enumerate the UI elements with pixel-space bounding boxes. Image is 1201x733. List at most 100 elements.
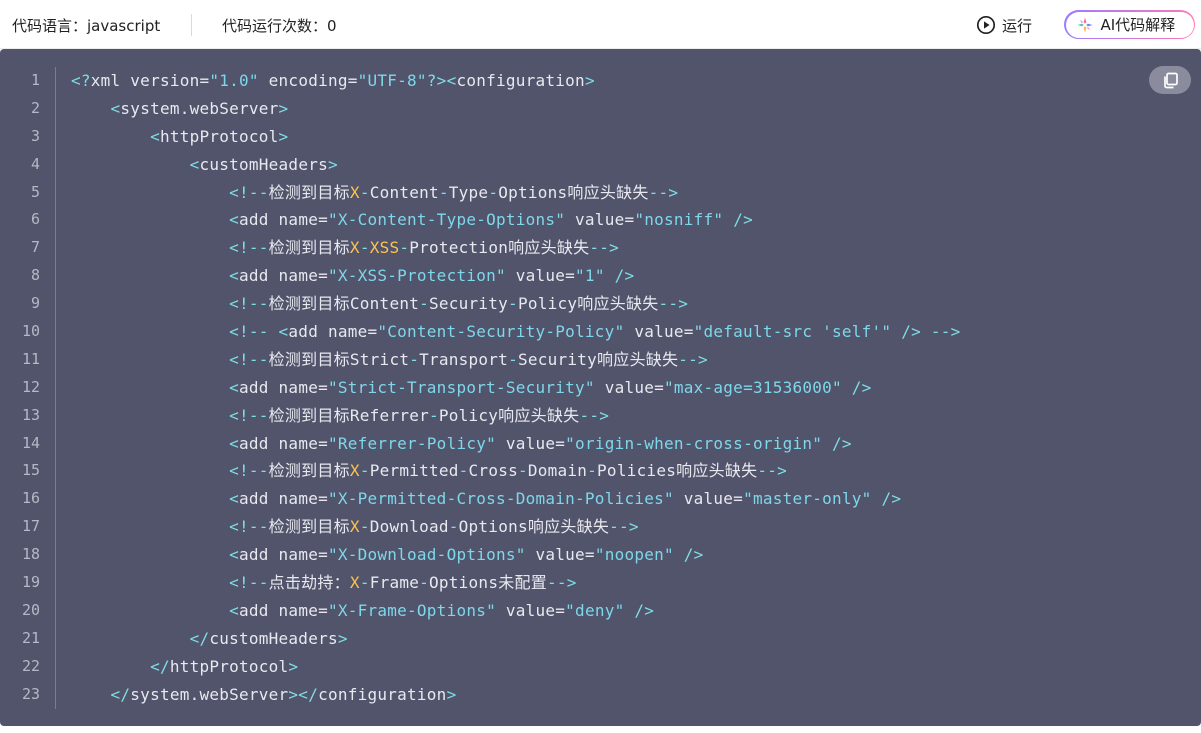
code-line: <add name="X-XSS-Protection" value="1" /… (71, 262, 1161, 290)
code-token: "1" (575, 266, 605, 286)
code-line: <!--点击劫持：X-Frame-Options未配置--> (71, 569, 1161, 597)
line-number: 13 (21, 405, 40, 424)
code-token: Protection响应头缺失 (409, 238, 590, 258)
code-token: - (399, 238, 410, 258)
code-token: "X-Content-Type-Options" (327, 210, 566, 230)
code-token: <!-- (229, 405, 269, 425)
code-token: add name= (239, 600, 328, 620)
code-token: add name= (239, 433, 328, 453)
code-line: <?xml version="1.0" encoding="UTF-8"?><c… (71, 67, 1161, 95)
code-line: <!--检测到目标X-Permitted-Cross-Domain-Polici… (71, 457, 1161, 485)
line-number: 1 (30, 71, 40, 89)
play-circle-icon (976, 15, 996, 35)
code-token: system.webServer (130, 684, 289, 704)
code-token: - (359, 461, 370, 481)
line-number: 3 (30, 126, 40, 145)
code-line: </system.webServer></configuration> (71, 681, 1161, 709)
run-button[interactable]: 运行 (976, 13, 1032, 37)
code-token: XSS (369, 238, 400, 258)
code-token: X (349, 573, 360, 593)
code-content[interactable]: <?xml version="1.0" encoding="UTF-8"?><c… (71, 67, 1161, 708)
code-token: /> (683, 545, 704, 565)
code-token: < (189, 154, 200, 174)
code-token: <!-- (229, 573, 269, 593)
code-token: - (438, 182, 449, 202)
code-line: <!--检测到目标Content-Security-Policy响应头缺失--> (71, 290, 1161, 318)
code-token: customHeaders (209, 628, 338, 648)
code-token: Transport (419, 349, 509, 369)
code-toolbar: 代码语言：javascript 代码运行次数：0 运行 AI代码解释 (0, 0, 1201, 49)
code-token: /> (614, 266, 635, 286)
code-token: /> (851, 377, 872, 397)
code-token: value= (565, 210, 635, 230)
code-line: </customHeaders> (71, 625, 1161, 653)
code-token: Options未配置 (429, 573, 547, 593)
line-number: 19 (21, 573, 40, 592)
code-token: > (584, 71, 595, 90)
code-line: <!-- <add name="Content-Security-Policy"… (71, 318, 1161, 346)
code-line: <!--检测到目标X-Content-Type-Options响应头缺失--> (71, 179, 1161, 207)
line-number: 14 (21, 433, 40, 452)
code-token: 检测到目标Strict (268, 349, 410, 369)
code-token: /> --> (901, 322, 961, 342)
ai-sparkle-icon (1076, 16, 1094, 34)
run-count-label: 代码运行次数：0 (222, 17, 337, 35)
run-button-label: 运行 (1002, 16, 1033, 35)
code-token: X (349, 461, 360, 481)
code-token: Security响应头缺失 (517, 349, 679, 369)
code-token: <!-- < (229, 322, 289, 342)
code-line: <customHeaders> (71, 151, 1161, 179)
code-token: "X-Frame-Options" (327, 600, 496, 620)
code-token: <!-- (229, 182, 269, 202)
code-token: "deny" (565, 600, 625, 620)
code-token: add name= (239, 489, 328, 509)
code-token: Download (369, 517, 449, 537)
code-token: /> (634, 600, 655, 620)
code-token: Policies响应头缺失 (597, 461, 758, 481)
code-token: /> (733, 210, 753, 230)
code-token: - (448, 517, 459, 537)
code-token: add name= (239, 266, 328, 286)
line-number: 15 (21, 461, 40, 480)
line-number-gutter: 1 2 3 4 5 6 7 8 9 10 11 12 13 14 15 16 17 18 19 20 21 22 23 (0, 67, 56, 709)
line-number: 12 (21, 377, 40, 396)
code-token: Frame (369, 573, 420, 593)
line-number: 20 (21, 600, 40, 619)
code-token: <!-- (229, 238, 269, 258)
code-token: add name= (288, 322, 378, 342)
code-token: configuration (318, 684, 447, 704)
code-token: </ (110, 684, 131, 704)
code-token: value= (525, 545, 595, 565)
code-token: - (508, 349, 518, 369)
code-token: < (229, 266, 240, 286)
line-number: 7 (30, 238, 40, 257)
code-token: - (517, 461, 528, 481)
copy-button[interactable] (1149, 66, 1191, 94)
code-token: - (359, 517, 370, 537)
code-token: "X-XSS-Protection" (327, 266, 506, 286)
code-token: /> (832, 433, 852, 453)
code-token: --> (546, 573, 577, 593)
code-token: - (419, 573, 430, 593)
code-token: - (508, 294, 518, 314)
code-line: <add name="X-Download-Options" value="no… (71, 541, 1161, 569)
code-token: 检测到目标Referrer (268, 405, 429, 425)
ai-explain-button[interactable]: AI代码解释 (1064, 10, 1195, 39)
code-token: Type (448, 182, 489, 202)
code-token: < (110, 98, 121, 118)
